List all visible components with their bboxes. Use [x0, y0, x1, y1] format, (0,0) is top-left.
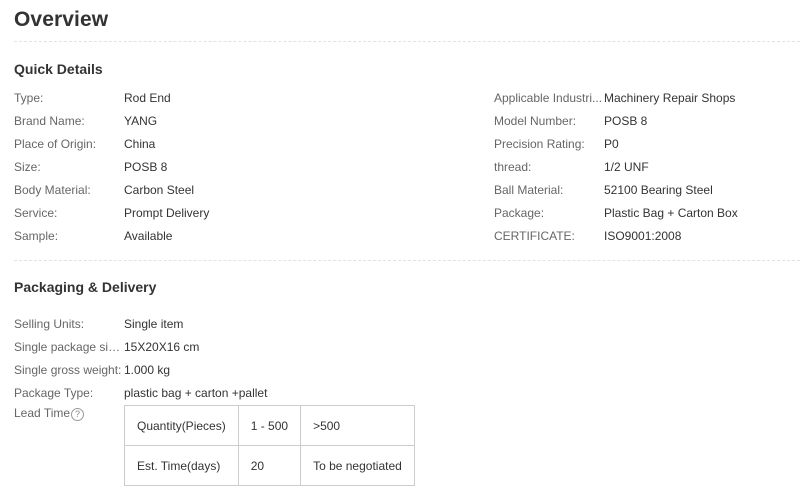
detail-label: Model Number:: [494, 113, 577, 128]
detail-row: Body Material: Carbon Steel: [14, 178, 209, 201]
quick-details-title: Quick Details: [14, 61, 103, 77]
packaging-row: Selling Units: Single item: [14, 312, 267, 335]
detail-value: P0: [604, 136, 619, 151]
detail-row: Place of Origin: China: [14, 132, 209, 155]
table-cell: 1 - 500: [237, 405, 302, 446]
detail-value: Available: [124, 228, 173, 243]
detail-label: Package:: [494, 205, 545, 220]
detail-row: Brand Name: YANG: [14, 109, 209, 132]
table-cell: To be negotiated: [300, 445, 415, 486]
detail-label: Type:: [14, 90, 44, 105]
detail-value: 1/2 UNF: [604, 159, 649, 174]
detail-value: Carbon Steel: [124, 182, 195, 197]
detail-label: Precision Rating:: [494, 136, 585, 151]
detail-value: China: [124, 136, 156, 151]
detail-row: Sample: Available: [14, 224, 209, 247]
packaging-label: Single gross weight:: [14, 362, 122, 377]
detail-value: Prompt Delivery: [124, 205, 210, 220]
packaging-details: Selling Units: Single item Single package…: [14, 312, 267, 404]
table-row: Est. Time(days) 20 To be negotiated: [124, 445, 415, 486]
table-cell: 20: [237, 445, 302, 486]
detail-label: Brand Name:: [14, 113, 85, 128]
title-divider: [14, 41, 800, 42]
detail-row: Applicable Industri... Machinery Repair S…: [494, 86, 738, 109]
detail-value: ISO9001:2008: [604, 228, 682, 243]
packaging-label: Single package size:: [14, 339, 124, 354]
packaging-delivery-title: Packaging & Delivery: [14, 279, 157, 295]
detail-label: Service:: [14, 205, 58, 220]
detail-row: Type: Rod End: [14, 86, 209, 109]
detail-value: POSB 8: [124, 159, 168, 174]
packaging-value: 15X20X16 cm: [124, 339, 200, 354]
packaging-value: plastic bag + carton +pallet: [124, 385, 268, 400]
packaging-row: Single gross weight: 1.000 kg: [14, 358, 267, 381]
detail-row: thread: 1/2 UNF: [494, 155, 738, 178]
lead-time-label: Lead Time: [14, 406, 71, 420]
detail-value: Rod End: [124, 90, 171, 105]
detail-row: Size: POSB 8: [14, 155, 209, 178]
table-cell: >500: [300, 405, 415, 446]
detail-label: Ball Material:: [494, 182, 564, 197]
detail-label: CERTIFICATE:: [494, 228, 575, 243]
detail-row: Model Number: POSB 8: [494, 109, 738, 132]
quick-details-right-column: Applicable Industri... Machinery Repair S…: [494, 86, 738, 247]
table-row: Quantity(Pieces) 1 - 500 >500: [124, 405, 415, 446]
detail-label: thread:: [494, 159, 532, 174]
packaging-label: Selling Units:: [14, 316, 85, 331]
detail-row: CERTIFICATE: ISO9001:2008: [494, 224, 738, 247]
detail-label: Body Material:: [14, 182, 91, 197]
table-cell: Quantity(Pieces): [124, 405, 239, 446]
detail-value: 52100 Bearing Steel: [604, 182, 713, 197]
detail-value: POSB 8: [604, 113, 648, 128]
detail-value: YANG: [124, 113, 158, 128]
packaging-value: 1.000 kg: [124, 362, 171, 377]
detail-row: Service: Prompt Delivery: [14, 201, 209, 224]
table-cell: Est. Time(days): [124, 445, 239, 486]
quick-details-left-column: Type: Rod End Brand Name: YANG Place of Or…: [14, 86, 209, 247]
detail-label: Place of Origin:: [14, 136, 97, 151]
detail-row: Ball Material: 52100 Bearing Steel: [494, 178, 738, 201]
detail-label: Sample:: [14, 228, 59, 243]
page-title: Overview: [14, 8, 109, 31]
lead-time-label-wrap: Lead Time ?: [14, 405, 124, 421]
section-divider: [14, 260, 800, 261]
detail-row: Precision Rating: P0: [494, 132, 738, 155]
question-circle-icon[interactable]: ?: [71, 408, 85, 421]
detail-row: Package: Plastic Bag + Carton Box: [494, 201, 738, 224]
lead-time-table: Quantity(Pieces) 1 - 500 >500 Est. Time(…: [124, 405, 415, 486]
detail-label: Size:: [14, 159, 41, 174]
packaging-value: Single item: [124, 316, 184, 331]
detail-label: Applicable Industri...: [494, 90, 603, 105]
packaging-label: Package Type:: [14, 385, 94, 400]
detail-value: Machinery Repair Shops: [604, 90, 736, 105]
packaging-row: Package Type: plastic bag + carton +palle…: [14, 381, 267, 404]
packaging-row: Single package size: 15X20X16 cm: [14, 335, 267, 358]
detail-value: Plastic Bag + Carton Box: [604, 205, 738, 220]
lead-time-row: Lead Time ? Quantity(Pieces) 1 - 500 >50…: [14, 405, 415, 486]
